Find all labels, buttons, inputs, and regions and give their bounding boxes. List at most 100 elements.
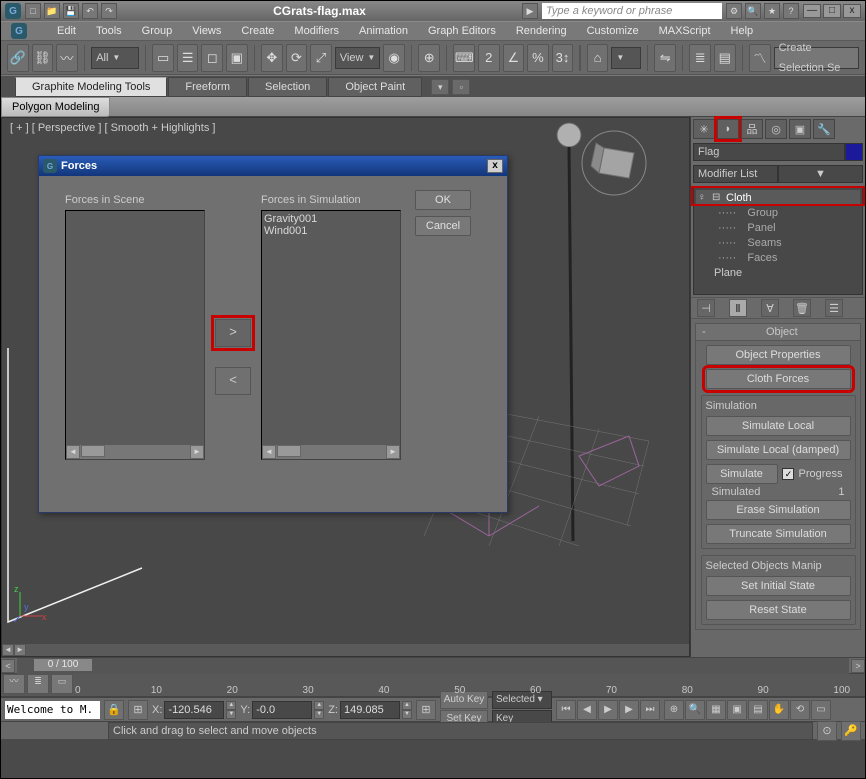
cloth-forces-button[interactable]: Cloth Forces	[706, 369, 851, 389]
simulate-button[interactable]: Simulate	[706, 464, 778, 484]
cmd-tab-utilities[interactable]: 🔧	[813, 119, 835, 139]
menu-create[interactable]: Create	[241, 25, 274, 37]
ribbon-drop-icon[interactable]: ▾	[431, 79, 449, 95]
rotate-icon[interactable]: ⟳	[286, 44, 308, 72]
named-selection-dropdown[interactable]: Create Selection Se	[774, 47, 859, 69]
expand-icon[interactable]: ⊟	[712, 192, 722, 203]
max-toggle-icon[interactable]: ▭	[811, 700, 831, 720]
comm-icon[interactable]: 🔑	[841, 721, 861, 741]
unlink-icon[interactable]: ⛓	[32, 44, 54, 72]
select-object-icon[interactable]: ▭	[152, 44, 174, 72]
viewport-label[interactable]: [ + ] [ Perspective ] [ Smooth + Highlig…	[10, 122, 215, 134]
align-icon[interactable]: ≣	[689, 44, 711, 72]
mod-cloth[interactable]: ♀ ⊟ Cloth	[696, 190, 860, 205]
rollout-object-header[interactable]: Object	[696, 324, 860, 341]
track-bar[interactable]: 〰 ≣ ▭ 0102030405060708090100	[1, 673, 865, 697]
time-slider[interactable]: < 0 / 100 >	[1, 657, 865, 673]
scroll-left-icon[interactable]: ◄	[66, 445, 80, 459]
dialog-titlebar[interactable]: G Forces x	[39, 156, 507, 176]
object-properties-button[interactable]: Object Properties	[706, 345, 851, 365]
menu-animation[interactable]: Animation	[359, 25, 408, 37]
maxscript-listener[interactable]: Welcome to M.	[5, 701, 100, 719]
cmd-tab-create[interactable]: ✳	[693, 119, 715, 139]
ribbon-min-icon[interactable]: ▫	[452, 79, 470, 95]
remove-mod-icon[interactable]: 🗑	[793, 299, 811, 317]
move-icon[interactable]: ✥	[261, 44, 283, 72]
help-search-input[interactable]: Type a keyword or phrase	[542, 3, 722, 19]
selection-filter-dropdown[interactable]: All▼	[91, 47, 139, 69]
coord-x-value[interactable]: -120.546	[164, 701, 224, 719]
mirror-icon[interactable]: ⇋	[654, 44, 676, 72]
add-time-tag-icon[interactable]: ⊙	[817, 721, 837, 741]
spinner-snap-icon[interactable]: 3↕	[552, 44, 574, 72]
tab-object-paint[interactable]: Object Paint	[328, 77, 422, 97]
snap2d-icon[interactable]: 2	[478, 44, 500, 72]
tab-freeform[interactable]: Freeform	[168, 77, 247, 97]
erase-simulation-button[interactable]: Erase Simulation	[706, 500, 851, 520]
x-spin-down[interactable]: ▼	[226, 710, 236, 719]
set-initial-state-button[interactable]: Set Initial State	[706, 576, 851, 596]
scene-forces-list[interactable]: ◄ ►	[65, 210, 205, 460]
simulate-local-damped-button[interactable]: Simulate Local (damped)	[706, 440, 851, 460]
maximize-button[interactable]: □	[823, 4, 841, 18]
new-icon[interactable]: □	[25, 3, 41, 19]
configure-sets-icon[interactable]: ☰	[825, 299, 843, 317]
object-color-swatch[interactable]	[845, 143, 863, 161]
bind-spacewarp-icon[interactable]: 〰	[56, 44, 78, 72]
show-end-result-icon[interactable]: Ⅱ	[729, 299, 747, 317]
modifier-stack[interactable]: ♀ ⊟ Cloth ····· Group ····· Panel ····· …	[693, 187, 863, 295]
dialog-close-button[interactable]: x	[487, 159, 503, 173]
layers-icon[interactable]: ▤	[714, 44, 736, 72]
minimize-button[interactable]: —	[803, 4, 821, 18]
window-crossing-icon[interactable]: ▣	[226, 44, 248, 72]
open-icon[interactable]: 📁	[44, 3, 60, 19]
fov-icon[interactable]: ▤	[748, 700, 768, 720]
viewcube[interactable]	[579, 128, 649, 201]
menu-modifiers[interactable]: Modifiers	[294, 25, 339, 37]
lock-selection-icon[interactable]: 🔒	[104, 700, 124, 720]
undo-icon[interactable]: ↶	[82, 3, 98, 19]
reset-state-button[interactable]: Reset State	[706, 600, 851, 620]
ts-prev-icon[interactable]: <	[1, 659, 15, 673]
grid-setting-icon[interactable]: ⊞	[416, 700, 436, 720]
zoom-all-icon[interactable]: ▦	[706, 700, 726, 720]
menu-tools[interactable]: Tools	[96, 25, 122, 37]
help-icon[interactable]: ?	[783, 3, 799, 19]
sim-force-item[interactable]: Gravity001	[264, 213, 398, 225]
progress-checkbox[interactable]: ✓	[782, 468, 794, 480]
cmd-tab-display[interactable]: ▣	[789, 119, 811, 139]
viewport[interactable]: [ + ] [ Perspective ] [ Smooth + Highlig…	[1, 117, 690, 657]
menu-group[interactable]: Group	[142, 25, 173, 37]
dialog-cancel-button[interactable]: Cancel	[415, 216, 471, 236]
lightbulb-icon[interactable]: ♀	[698, 192, 708, 203]
angle-snap-icon[interactable]: ∠	[503, 44, 525, 72]
z-spin-down[interactable]: ▼	[402, 710, 412, 719]
pan-icon[interactable]: ✋	[769, 700, 789, 720]
simulate-local-button[interactable]: Simulate Local	[706, 416, 851, 436]
coord-y-value[interactable]: -0.0	[252, 701, 312, 719]
orbit-icon[interactable]: ⟲	[790, 700, 810, 720]
make-unique-icon[interactable]: ∀	[761, 299, 779, 317]
mod-sub-faces[interactable]: ····· Faces	[696, 250, 860, 265]
menu-views[interactable]: Views	[192, 25, 221, 37]
goto-start-icon[interactable]: ⏮	[556, 700, 576, 720]
tab-graphite-modeling[interactable]: Graphite Modeling Tools	[15, 77, 167, 97]
menu-grapheditors[interactable]: Graph Editors	[428, 25, 496, 37]
mod-sub-group[interactable]: ····· Group	[696, 205, 860, 220]
menu-help[interactable]: Help	[731, 25, 754, 37]
x-spin-up[interactable]: ▲	[226, 701, 236, 710]
zoom-icon[interactable]: 🔍	[685, 700, 705, 720]
y-spin-up[interactable]: ▲	[314, 701, 324, 710]
edit-named-sel-icon[interactable]: ⌂	[587, 44, 609, 72]
topic-triangle-icon[interactable]: ▶	[522, 3, 538, 19]
dialog-ok-button[interactable]: OK	[415, 190, 471, 210]
add-force-button[interactable]: >	[215, 319, 251, 347]
redo-icon[interactable]: ↷	[101, 3, 117, 19]
next-frame-icon[interactable]: ▶	[619, 700, 639, 720]
modifier-list-dropdown[interactable]: Modifier List	[693, 165, 778, 183]
menu-customize[interactable]: Customize	[587, 25, 639, 37]
z-spin-up[interactable]: ▲	[402, 701, 412, 710]
menu-rendering[interactable]: Rendering	[516, 25, 567, 37]
polygon-modeling-tab[interactable]: Polygon Modeling	[1, 97, 110, 117]
pin-stack-icon[interactable]: ⊣	[697, 299, 715, 317]
